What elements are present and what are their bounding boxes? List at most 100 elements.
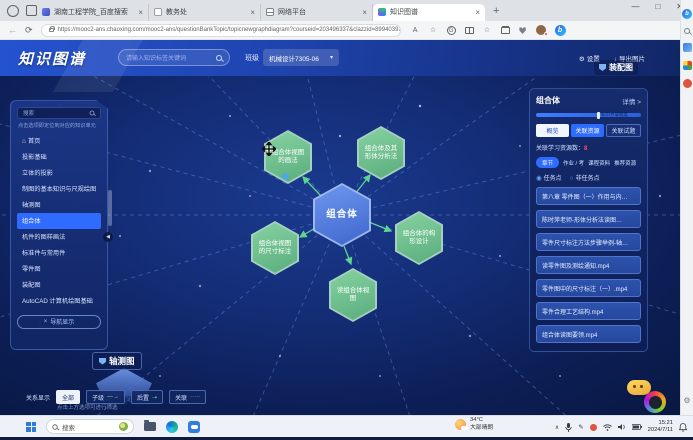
clock-time: 15:21: [648, 420, 673, 427]
slider-label: 知识点掌握度: [601, 112, 628, 118]
filter-course-material[interactable]: 课程资料: [588, 159, 610, 167]
favorites-bar-icon[interactable]: ☆: [483, 26, 492, 34]
resource-item[interactable]: 零件图中的尺寸标注（一）.mp4: [536, 279, 641, 297]
radio-task-point[interactable]: ◉任务点: [536, 173, 562, 182]
tray-overflow-icon[interactable]: ∧: [555, 424, 559, 431]
tray-app-icon[interactable]: [590, 424, 597, 431]
filter-homework[interactable]: 作业 / 考: [563, 159, 584, 167]
weather-widget[interactable]: 34°C 大部晴朗: [455, 417, 493, 432]
browser-essentials-icon[interactable]: [519, 26, 527, 34]
legend-related-button[interactable]: 关联·····: [169, 390, 206, 404]
battery-icon[interactable]: [632, 424, 642, 430]
sidebar-search-icon[interactable]: [684, 28, 690, 34]
bing-copilot-icon[interactable]: b: [682, 9, 692, 19]
radio-non-task-point[interactable]: ○非任务点: [570, 173, 600, 182]
extension-g-icon[interactable]: G: [447, 26, 456, 35]
tab-related-questions[interactable]: 关联试题: [606, 124, 641, 137]
microphone-icon[interactable]: [565, 423, 572, 432]
profile-avatar[interactable]: [536, 25, 546, 35]
sidebar-item-solid-projection[interactable]: 立体的投影: [17, 165, 101, 181]
sidebar-item-drawing-basics[interactable]: 制图的基本知识与尺规绘图: [17, 181, 101, 197]
tab-overview[interactable]: 概览: [536, 124, 569, 137]
url-field[interactable]: https://mooc2-ans.chaoxing.com/mooc2-ans…: [41, 24, 401, 37]
sidebar-item-autocad[interactable]: AutoCAD 计算机绘图基础: [17, 293, 101, 309]
resource-item[interactable]: 第八章 零件图（一）作用与内…: [536, 187, 641, 205]
resource-item[interactable]: 组合体读图要领.mp4: [536, 325, 641, 343]
tab-close-icon[interactable]: ×: [246, 8, 255, 17]
notification-dot: [544, 32, 548, 36]
sidebar-item-part-drawing[interactable]: 零件图: [17, 261, 101, 277]
new-tab-button[interactable]: +: [493, 5, 499, 17]
search-icon: [90, 111, 95, 116]
legend-label: 关系显示: [26, 393, 50, 402]
tab-actions-icon[interactable]: [26, 5, 37, 16]
notification-bell-icon[interactable]: [679, 423, 687, 432]
sidebar-settings-icon[interactable]: ⚙: [683, 396, 690, 405]
read-aloud-icon[interactable]: A: [411, 27, 420, 34]
edge-browser-icon[interactable]: [166, 421, 178, 433]
start-button[interactable]: [26, 422, 36, 432]
copilot-icon[interactable]: b: [555, 25, 566, 36]
class-select[interactable]: 机械设计7305-06 ▾: [263, 49, 339, 66]
sidebar-item-home[interactable]: ⌂首页: [17, 133, 101, 149]
taskbar-search[interactable]: 搜索: [46, 419, 134, 434]
search-icon[interactable]: [216, 55, 222, 61]
back-icon[interactable]: ←: [8, 25, 17, 35]
resource-item[interactable]: 零件尺寸标注方法步骤举例-轴…: [536, 233, 641, 251]
tab-network-platform[interactable]: 网络平台 ×: [261, 4, 373, 21]
resource-item[interactable]: 零件合理工艺结构.mp4: [536, 302, 641, 320]
tab-close-icon[interactable]: ×: [134, 8, 143, 17]
sidebar-resize-handle[interactable]: [108, 190, 112, 226]
sidebar-app-icon[interactable]: [683, 79, 692, 88]
sidebar-collapse-button[interactable]: ◀: [103, 232, 113, 242]
sidebar-search-input[interactable]: 搜索: [17, 107, 101, 119]
legend-post-button[interactable]: 后置⇢: [131, 390, 163, 404]
tab-academic-office[interactable]: 教务处 ×: [149, 4, 261, 21]
sidebar-item-axonometric[interactable]: 轴测图: [17, 197, 101, 213]
nav-display-toggle[interactable]: × 导航显示: [17, 315, 101, 329]
resource-item[interactable]: 陈时萍老师-形体分析法读图…: [536, 210, 641, 228]
tab-knowledge-graph[interactable]: 知识图谱 ×: [373, 4, 485, 21]
tab-favicon: [42, 8, 50, 16]
sidebar-item-standard-parts[interactable]: 标准件与常用件: [17, 245, 101, 261]
filter-chapter[interactable]: 章节: [536, 157, 559, 168]
tab-title: 知识图谱: [390, 7, 471, 17]
detail-link[interactable]: 详情 >: [622, 96, 641, 106]
taskbar-clock[interactable]: 15:21 2024/7/11: [648, 420, 673, 434]
sidebar-item-projection-basics[interactable]: 投影基础: [17, 149, 101, 165]
sidebar-item-part-drawing-methods[interactable]: 机件的图样画法: [17, 229, 101, 245]
designer-icon[interactable]: [683, 43, 692, 52]
file-explorer-icon[interactable]: [144, 422, 156, 431]
favorite-star-icon[interactable]: ☆: [429, 26, 438, 34]
knowledge-search-input[interactable]: 请输入知识标签关键词: [118, 49, 230, 66]
clock-date: 2024/7/11: [648, 427, 673, 434]
app-logo: 知识图谱: [18, 48, 86, 69]
sidebar-item-assembly-drawing[interactable]: 装配图: [17, 277, 101, 293]
office-icon[interactable]: [683, 61, 692, 70]
wifi-icon[interactable]: [603, 424, 612, 431]
refresh-icon[interactable]: ⟳: [25, 25, 33, 36]
mastery-slider[interactable]: 知识点掌握度: [536, 113, 641, 117]
region-label-axonometric[interactable]: 轴测图: [92, 352, 142, 370]
legend-child-button[interactable]: 子级—→: [86, 390, 125, 404]
volume-icon[interactable]: [618, 423, 626, 431]
slider-thumb[interactable]: [597, 112, 600, 119]
legend-all-button[interactable]: 全部: [56, 390, 80, 404]
weather-desc: 大部晴朗: [470, 425, 493, 433]
learning-app-icon[interactable]: [188, 421, 200, 433]
sidebar-item-composite-solid[interactable]: 组合体: [17, 213, 101, 229]
window-maximize-button[interactable]: □: [655, 2, 660, 11]
floating-app-widget[interactable]: [644, 391, 666, 413]
split-screen-icon[interactable]: [465, 27, 474, 34]
tab-school-search[interactable]: 湖南工程学院_百度搜索 ×: [37, 4, 149, 21]
pen-icon[interactable]: ✎: [578, 423, 583, 431]
collections-icon[interactable]: [501, 27, 510, 34]
region-label-assembly[interactable]: 装配图: [594, 60, 638, 75]
tab-close-icon[interactable]: ×: [358, 8, 367, 17]
tab-close-icon[interactable]: ×: [471, 8, 480, 17]
resource-item[interactable]: 读零件图及测绘通知.mp4: [536, 256, 641, 274]
window-minimize-button[interactable]: —: [631, 2, 639, 11]
workspaces-icon[interactable]: [7, 5, 19, 17]
tab-related-resources[interactable]: 关联资源: [571, 124, 604, 137]
filter-recommended[interactable]: 推荐资源: [614, 159, 636, 167]
